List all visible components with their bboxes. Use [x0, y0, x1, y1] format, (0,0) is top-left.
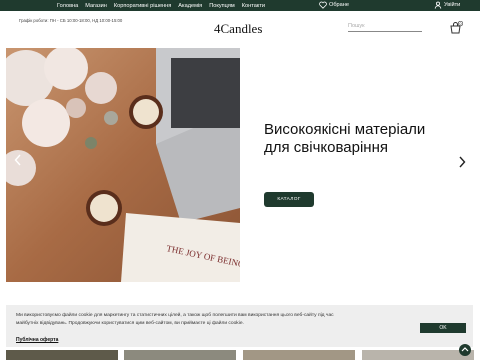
user-icon: [434, 1, 442, 9]
slider-next-button[interactable]: [458, 156, 466, 171]
slider-prev-button[interactable]: [14, 154, 22, 169]
scroll-top-button[interactable]: [459, 344, 471, 356]
header: Графік роботи: ПН - СБ 10:00-18:00, НД 1…: [0, 11, 480, 48]
category-thumbnails: [0, 350, 480, 360]
cookie-ok-button[interactable]: OK: [420, 323, 466, 333]
nav-item-academy[interactable]: Академія: [178, 3, 202, 9]
top-bar: Головна Магазин Корпоративні рішення Ака…: [0, 0, 480, 11]
chevron-right-icon: [459, 156, 466, 168]
top-nav: Головна Магазин Корпоративні рішення Ака…: [57, 3, 265, 9]
nav-item-buyers[interactable]: Покупцям: [209, 3, 235, 9]
login-link[interactable]: Увійти: [434, 1, 460, 9]
nav-item-corporate[interactable]: Корпоративні рішення: [114, 3, 171, 9]
nav-item-contacts[interactable]: Контакти: [242, 3, 265, 9]
logo[interactable]: 4Candles: [214, 21, 262, 37]
cart-count: 0: [459, 22, 461, 26]
hero-image: THE JOY OF BEING: [6, 48, 240, 282]
favorites-link[interactable]: Обране: [319, 1, 349, 9]
hero-slider: THE JOY OF BEING Високоякісні матеріали …: [0, 48, 480, 284]
search-input[interactable]: [348, 21, 422, 32]
favorites-label: Обране: [329, 2, 349, 8]
working-hours: Графік роботи: ПН - СБ 10:00-18:00, НД 1…: [19, 18, 123, 23]
thumbnail[interactable]: [362, 350, 474, 360]
login-label: Увійти: [444, 2, 461, 8]
cart-icon: 0: [450, 20, 464, 34]
arrow-up-icon: [461, 347, 469, 352]
cookie-text: Ми використовуємо файли cookie для марке…: [16, 313, 334, 326]
thumbnail[interactable]: [124, 350, 236, 360]
chevron-left-icon: [14, 154, 21, 166]
cookie-banner: Ми використовуємо файли cookie для марке…: [6, 305, 473, 347]
catalog-button[interactable]: КАТАЛОГ: [264, 192, 314, 207]
nav-item-shop[interactable]: Магазин: [85, 3, 107, 9]
heart-icon: [319, 1, 327, 9]
public-offer-link[interactable]: Публічна оферта: [16, 337, 58, 343]
hero-headline: Високоякісні матеріали для свічковаріння: [264, 121, 426, 156]
thumbnail[interactable]: [243, 350, 355, 360]
nav-item-home[interactable]: Головна: [57, 3, 78, 9]
cart-button[interactable]: 0: [449, 20, 464, 34]
thumbnail[interactable]: [6, 350, 118, 360]
